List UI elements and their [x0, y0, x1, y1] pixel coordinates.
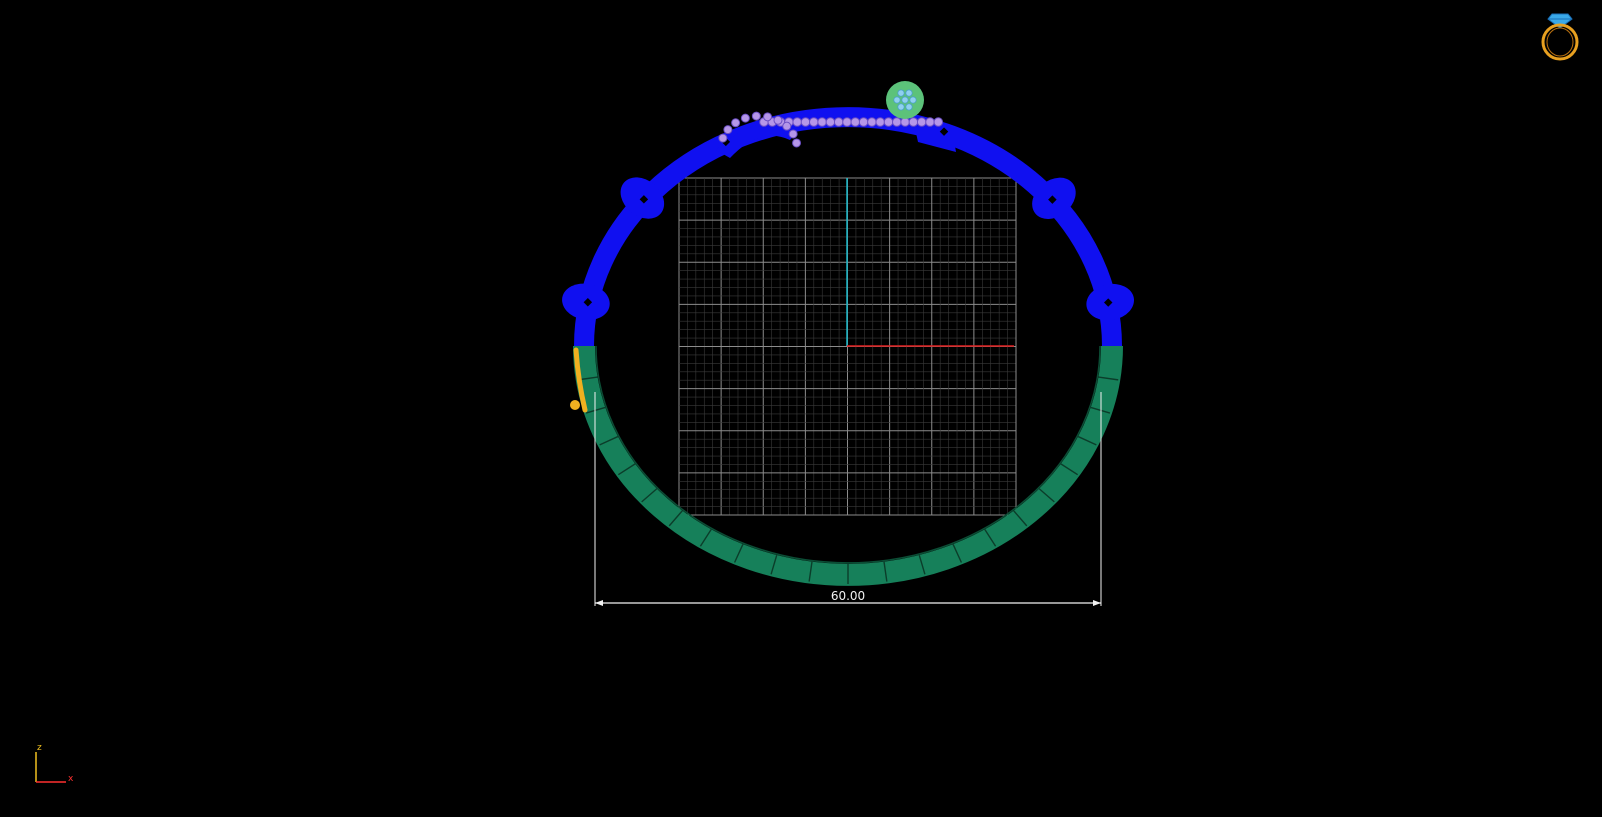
dimension-arrow-left [595, 600, 603, 606]
gallery-stone [751, 111, 761, 121]
gallery-stone [933, 117, 944, 127]
stone-facet [893, 96, 901, 104]
gallery-stone [875, 117, 886, 127]
gallery-stone [825, 117, 836, 127]
gallery-stone [908, 117, 919, 127]
gallery-stone [718, 133, 728, 143]
gallery-stone [792, 138, 802, 148]
axis-z-label: z [37, 743, 42, 753]
gallery-stone [800, 117, 811, 127]
gallery-stone [925, 117, 935, 127]
gallery-stone [817, 117, 827, 127]
gallery-stone [916, 117, 927, 127]
ring-icon[interactable] [1538, 8, 1582, 62]
gallery-stone [833, 117, 844, 127]
dimension-value: 60.00 [830, 589, 866, 603]
gallery-stone [883, 117, 894, 127]
stone-facet [897, 89, 905, 97]
gallery-stone [763, 112, 773, 122]
model-scene[interactable] [0, 0, 1602, 817]
gallery-stone [858, 117, 869, 127]
gallery-stone [892, 117, 902, 127]
stone-facet [901, 96, 909, 104]
gallery-stone [809, 117, 819, 127]
gallery-stone [842, 117, 852, 127]
upper-band-lobes [562, 122, 1135, 321]
gallery-stone [850, 117, 861, 127]
gallery-stone [792, 117, 803, 127]
center-stone[interactable] [886, 81, 924, 119]
gallery-stone [867, 117, 877, 127]
stone-facet [897, 103, 905, 111]
upper-band-openings [583, 127, 1113, 307]
dimension-arrow-right [1093, 600, 1101, 606]
gallery-stone [773, 115, 783, 125]
gallery-stone [731, 118, 741, 128]
stone-facet [905, 103, 913, 111]
gallery-bridge [915, 128, 956, 152]
stone-facet [909, 96, 917, 104]
cad-viewport[interactable]: 60.00 z x [0, 0, 1602, 817]
stone-facet [905, 89, 913, 97]
axis-x-label: x [68, 774, 74, 784]
axis-indicator [35, 752, 66, 783]
gallery-stone [782, 121, 792, 131]
gallery-stone [740, 113, 750, 123]
gallery-stone [788, 129, 798, 139]
gallery-stone [723, 125, 733, 135]
